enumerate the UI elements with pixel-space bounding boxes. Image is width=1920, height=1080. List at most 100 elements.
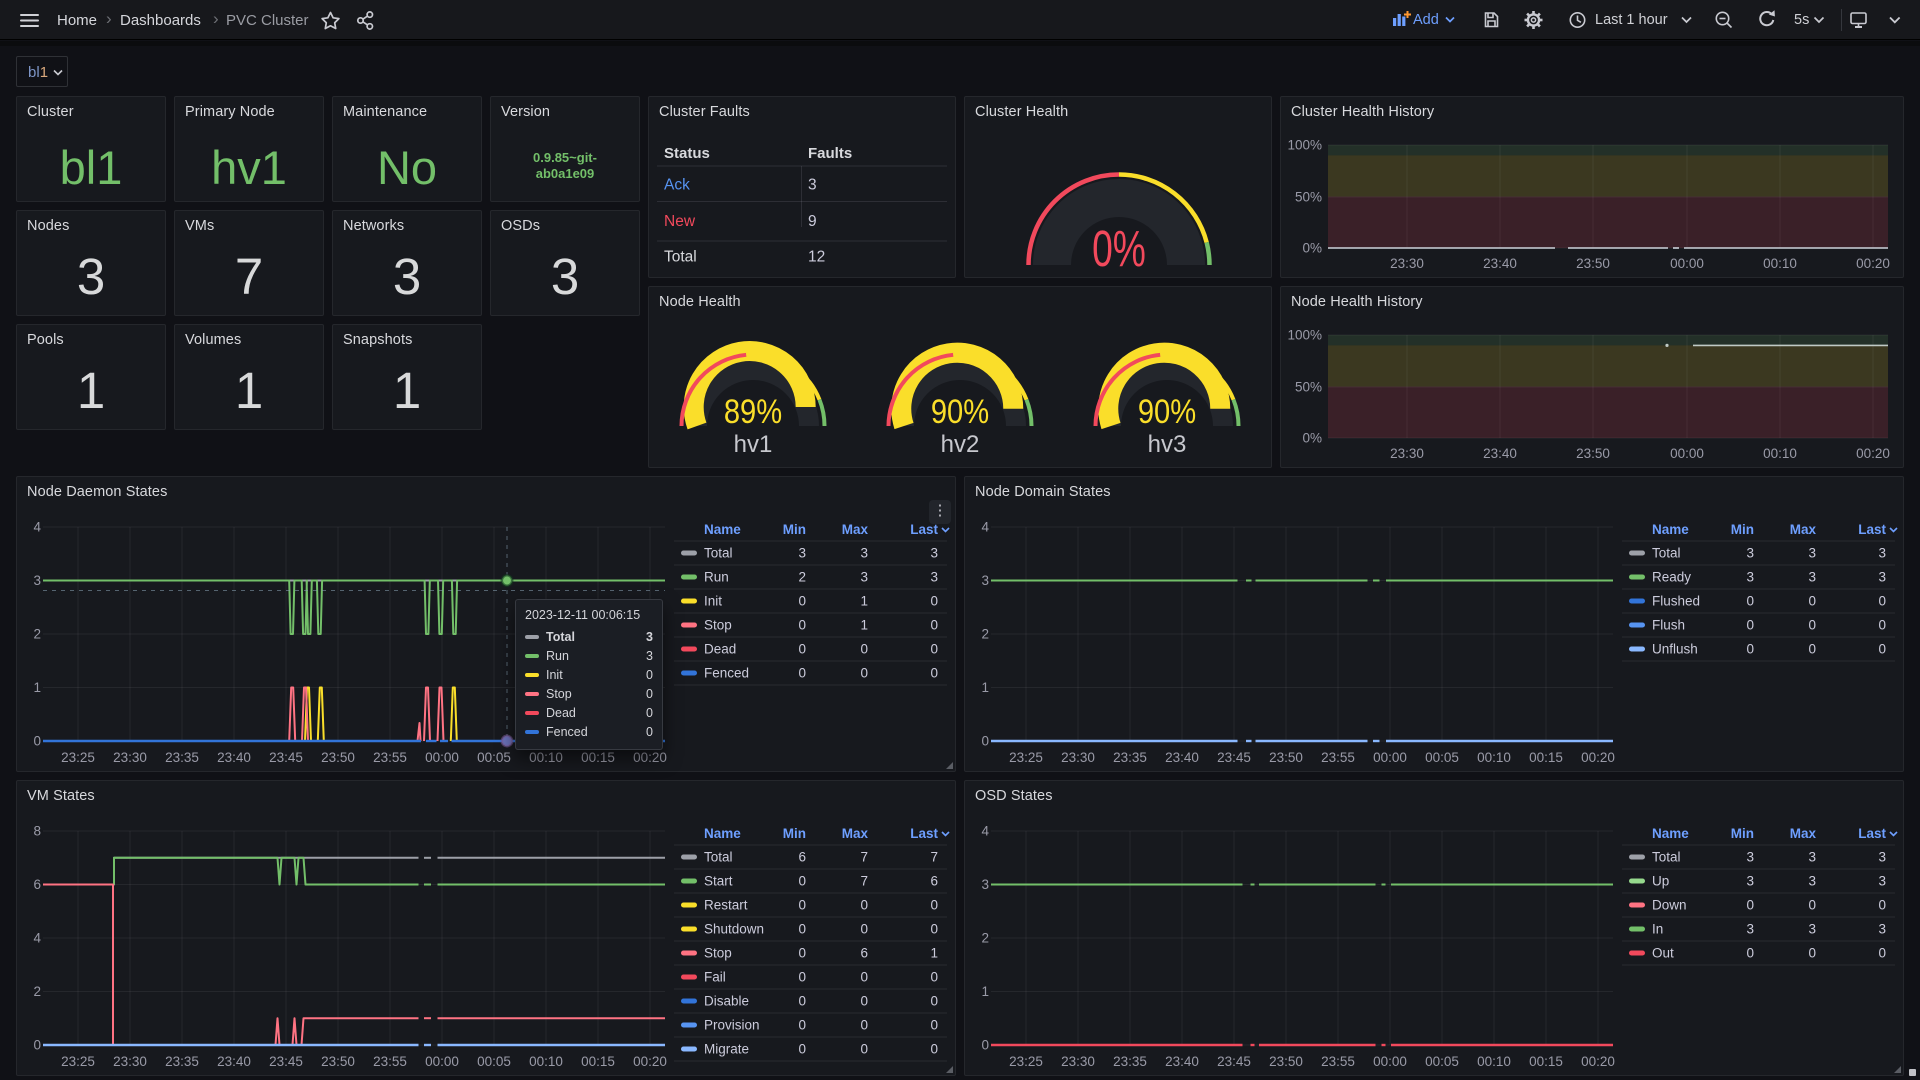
svg-text:0: 0 xyxy=(1746,898,1754,913)
svg-text:0: 0 xyxy=(930,594,938,609)
svg-text:3: 3 xyxy=(1746,546,1754,561)
svg-text:Stop: Stop xyxy=(704,618,732,633)
svg-text:Faults: Faults xyxy=(808,145,852,162)
svg-text:89%: 89% xyxy=(724,392,782,431)
svg-text:Last: Last xyxy=(910,522,938,537)
svg-text:Total: Total xyxy=(1652,546,1681,561)
svg-text:23:50: 23:50 xyxy=(1269,750,1303,765)
svg-text:23:55: 23:55 xyxy=(373,750,407,765)
svg-text:6: 6 xyxy=(860,946,868,961)
svg-text:23:40: 23:40 xyxy=(1165,750,1199,765)
svg-text:6: 6 xyxy=(33,877,41,892)
svg-text:00:00: 00:00 xyxy=(425,1054,459,1069)
svg-text:1: 1 xyxy=(981,680,989,695)
svg-text:Total: Total xyxy=(704,850,733,865)
svg-text:00:05: 00:05 xyxy=(477,750,511,765)
svg-text:0: 0 xyxy=(798,898,806,913)
svg-text:3: 3 xyxy=(1808,546,1816,561)
svg-text:1: 1 xyxy=(930,946,938,961)
svg-text:Max: Max xyxy=(842,522,869,537)
svg-text:0: 0 xyxy=(981,1038,989,1053)
svg-text:Name: Name xyxy=(704,826,741,841)
svg-text:23:35: 23:35 xyxy=(1113,1054,1147,1069)
svg-text:2: 2 xyxy=(981,931,989,946)
svg-text:23:25: 23:25 xyxy=(61,750,95,765)
svg-text:0: 0 xyxy=(930,898,938,913)
svg-text:23:40: 23:40 xyxy=(217,1054,251,1069)
svg-text:0%: 0% xyxy=(1302,241,1322,256)
svg-text:0: 0 xyxy=(860,922,868,937)
svg-text:00:00: 00:00 xyxy=(1373,750,1407,765)
svg-text:hv1: hv1 xyxy=(734,431,773,458)
svg-text:3: 3 xyxy=(33,573,41,588)
svg-text:0: 0 xyxy=(798,594,806,609)
svg-text:3: 3 xyxy=(860,546,868,561)
svg-text:0: 0 xyxy=(930,994,938,1009)
svg-text:7: 7 xyxy=(860,850,868,865)
svg-text:23:30: 23:30 xyxy=(113,750,147,765)
svg-text:00:20: 00:20 xyxy=(1856,446,1890,461)
svg-text:0: 0 xyxy=(798,874,806,889)
svg-text:4: 4 xyxy=(981,824,989,839)
svg-text:0: 0 xyxy=(798,946,806,961)
svg-text:90%: 90% xyxy=(931,392,989,431)
svg-text:Flushed: Flushed xyxy=(1652,594,1700,609)
svg-text:1: 1 xyxy=(33,680,41,695)
svg-text:0: 0 xyxy=(798,922,806,937)
svg-text:0: 0 xyxy=(1808,898,1816,913)
svg-text:23:30: 23:30 xyxy=(1061,750,1095,765)
svg-text:23:35: 23:35 xyxy=(165,750,199,765)
svg-text:0: 0 xyxy=(1878,898,1886,913)
svg-text:23:50: 23:50 xyxy=(321,750,355,765)
svg-text:Last: Last xyxy=(1858,826,1886,841)
svg-text:00:00: 00:00 xyxy=(425,750,459,765)
svg-text:23:25: 23:25 xyxy=(1009,750,1043,765)
svg-text:0: 0 xyxy=(860,994,868,1009)
svg-text:0: 0 xyxy=(798,618,806,633)
svg-text:00:15: 00:15 xyxy=(581,750,615,765)
svg-text:23:25: 23:25 xyxy=(1009,1054,1043,1069)
svg-text:23:55: 23:55 xyxy=(373,1054,407,1069)
svg-text:Total: Total xyxy=(1652,850,1681,865)
svg-text:Out: Out xyxy=(1652,946,1674,961)
svg-text:Shutdown: Shutdown xyxy=(704,922,764,937)
svg-text:0: 0 xyxy=(930,666,938,681)
svg-text:0: 0 xyxy=(860,1018,868,1033)
svg-text:4: 4 xyxy=(33,520,41,535)
svg-text:Last: Last xyxy=(1858,522,1886,537)
svg-text:0: 0 xyxy=(798,1042,806,1057)
svg-text:00:05: 00:05 xyxy=(1425,750,1459,765)
svg-text:00:10: 00:10 xyxy=(529,1054,563,1069)
svg-text:2: 2 xyxy=(33,984,41,999)
svg-text:23:40: 23:40 xyxy=(1483,446,1517,461)
svg-text:00:10: 00:10 xyxy=(1763,446,1797,461)
svg-text:23:35: 23:35 xyxy=(1113,750,1147,765)
svg-text:0: 0 xyxy=(860,970,868,985)
svg-text:0: 0 xyxy=(981,734,989,749)
svg-text:0: 0 xyxy=(930,922,938,937)
svg-text:0: 0 xyxy=(1878,618,1886,633)
svg-text:Run: Run xyxy=(704,570,729,585)
svg-text:0: 0 xyxy=(930,1042,938,1057)
svg-text:Status: Status xyxy=(664,145,710,162)
svg-text:0%: 0% xyxy=(1302,431,1322,446)
svg-text:00:20: 00:20 xyxy=(1856,256,1890,271)
svg-text:00:00: 00:00 xyxy=(1670,256,1704,271)
svg-text:6: 6 xyxy=(798,850,806,865)
svg-text:3: 3 xyxy=(808,177,817,194)
svg-text:00:00: 00:00 xyxy=(1373,1054,1407,1069)
svg-text:Name: Name xyxy=(1652,522,1689,537)
svg-text:Start: Start xyxy=(704,874,733,889)
svg-text:Unflush: Unflush xyxy=(1652,642,1698,657)
svg-text:3: 3 xyxy=(860,570,868,585)
svg-text:Dead: Dead xyxy=(704,642,736,657)
svg-text:0: 0 xyxy=(1878,946,1886,961)
svg-text:Min: Min xyxy=(783,522,806,537)
svg-text:3: 3 xyxy=(1808,922,1816,937)
svg-text:Ready: Ready xyxy=(1652,570,1691,585)
svg-text:Last: Last xyxy=(910,826,938,841)
svg-text:23:45: 23:45 xyxy=(269,1054,303,1069)
svg-text:0: 0 xyxy=(798,666,806,681)
svg-text:23:30: 23:30 xyxy=(1390,446,1424,461)
svg-text:0: 0 xyxy=(930,618,938,633)
